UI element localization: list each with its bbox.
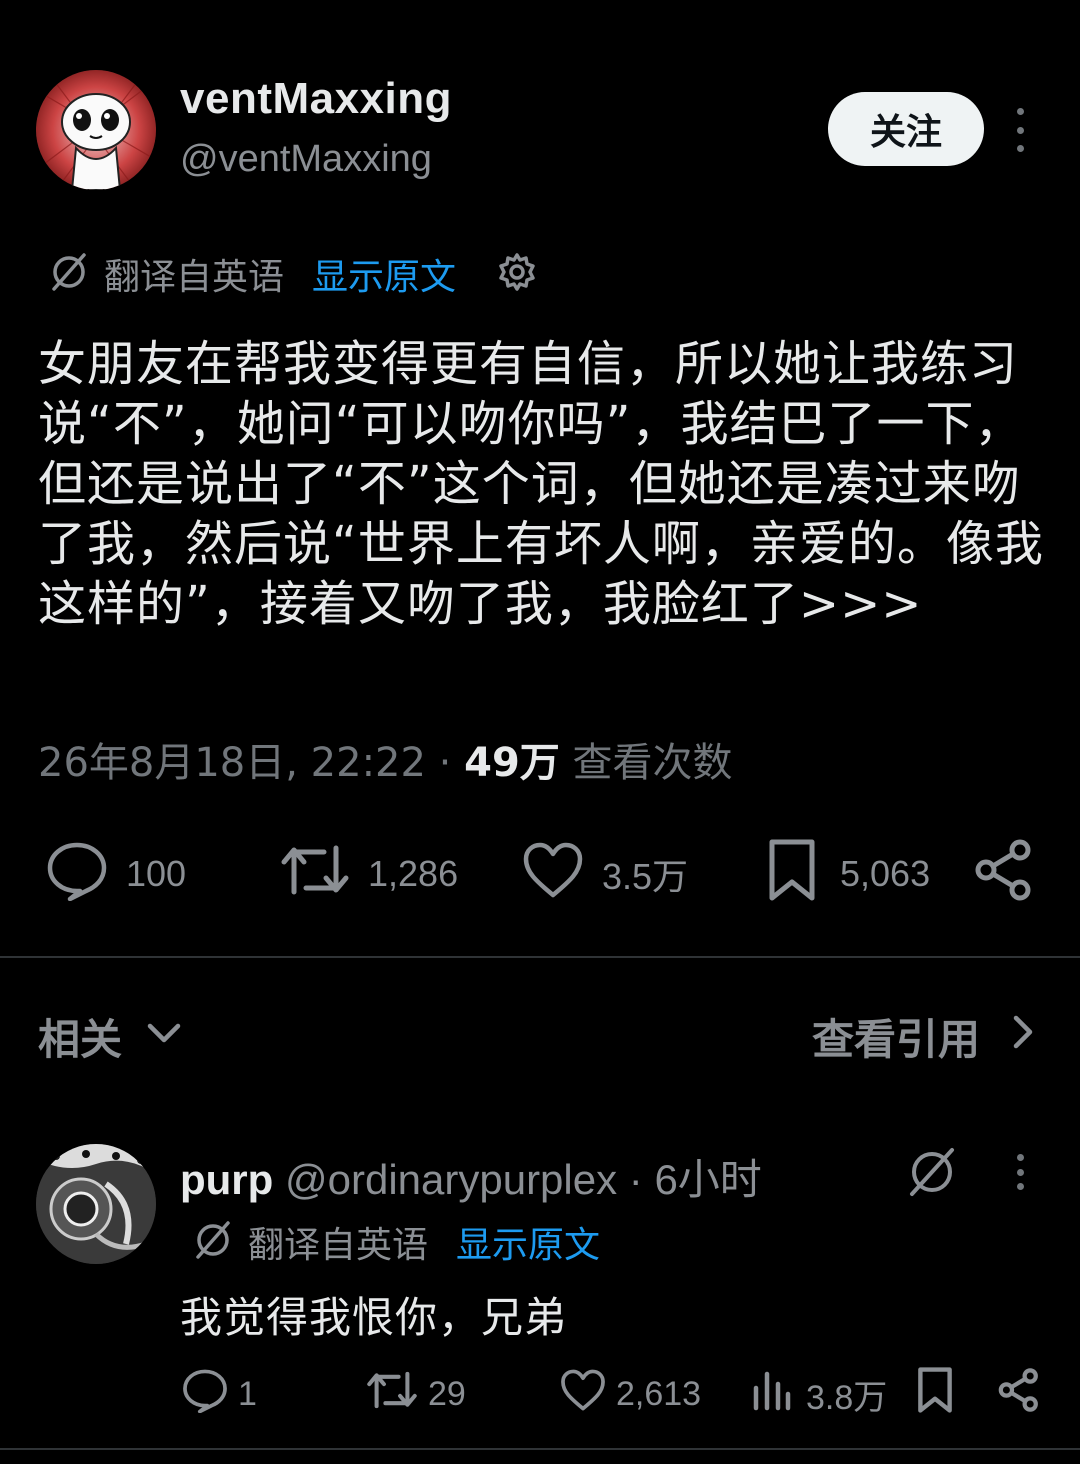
repost-count: 1,286 xyxy=(368,853,459,894)
author-avatar[interactable] xyxy=(36,70,156,190)
post-timestamp[interactable]: 26年8月18日, 22:22 xyxy=(38,740,426,786)
like-count: 3.5万 xyxy=(602,856,689,897)
author-handle[interactable]: @ventMaxxing xyxy=(180,138,432,181)
chevron-down-icon xyxy=(144,1012,184,1062)
section-divider xyxy=(0,956,1080,958)
reply-icon xyxy=(46,839,108,910)
reply-icon xyxy=(182,1367,228,1422)
bookmark-button[interactable]: 5,063 xyxy=(766,838,931,911)
reply-count: 100 xyxy=(126,853,187,894)
view-quotes-link[interactable]: 查看引用 xyxy=(812,1006,1036,1067)
repost-icon xyxy=(280,840,350,909)
share-icon xyxy=(974,838,1034,911)
share-button[interactable] xyxy=(974,838,1034,911)
reply-repost-count: 29 xyxy=(428,1374,466,1413)
reply-reply-count: 1 xyxy=(238,1374,257,1413)
repost-icon xyxy=(366,1368,418,1421)
reply-bookmark-button[interactable] xyxy=(916,1366,954,1423)
post-text: 女朋友在帮我变得更有自信，所以她让我练习说“不”，她问“可以吻你吗”，我结巴了一… xyxy=(38,336,1044,632)
reply-repost-button[interactable]: 29 xyxy=(366,1368,466,1420)
repost-button[interactable]: 1,286 xyxy=(280,840,458,908)
translated-from-label: 翻译自英语 xyxy=(104,257,285,298)
more-options-icon[interactable] xyxy=(1004,108,1036,152)
translate-icon xyxy=(192,1219,234,1265)
bookmark-icon xyxy=(766,838,818,911)
translation-bar: 翻译自英语 显示原文 xyxy=(48,248,538,300)
reply-author-avatar[interactable] xyxy=(36,1144,156,1264)
view-count: 49万 xyxy=(464,740,560,786)
translate-icon[interactable] xyxy=(904,1144,960,1204)
chevron-right-icon xyxy=(1010,1012,1036,1062)
author-display-name[interactable]: ventMaxxing xyxy=(180,74,452,124)
gear-icon[interactable] xyxy=(496,251,538,297)
related-toggle[interactable]: 相关 xyxy=(38,1006,184,1067)
share-icon xyxy=(998,1367,1040,1422)
view-quotes-label: 查看引用 xyxy=(811,1015,980,1064)
show-original-link[interactable]: 显示原文 xyxy=(312,248,456,300)
reply-translated-from-label: 翻译自英语 xyxy=(248,1225,429,1266)
reply-header: purp @ordinarypurplex · 6小时 xyxy=(180,1146,762,1207)
related-label: 相关 xyxy=(38,1015,123,1064)
reply-like-button[interactable]: 2,613 xyxy=(560,1368,701,1420)
reply-author-handle[interactable]: @ordinarypurplex xyxy=(285,1156,617,1203)
reply-more-options-icon[interactable] xyxy=(1008,1154,1032,1190)
meta-separator: · xyxy=(438,740,452,786)
reply-reply-button[interactable]: 1 xyxy=(182,1368,257,1420)
reply-author-name[interactable]: purp xyxy=(180,1156,273,1203)
translate-icon xyxy=(48,251,90,297)
follow-button[interactable]: 关注 xyxy=(828,92,984,166)
reply-separator: · xyxy=(628,1156,643,1203)
like-button[interactable]: 3.5万 xyxy=(522,840,688,908)
post-meta: 26年8月18日, 22:22 · 49万 查看次数 xyxy=(38,730,733,788)
reply-share-button[interactable] xyxy=(998,1367,1040,1422)
heart-icon xyxy=(560,1368,606,1421)
heart-icon xyxy=(522,841,584,908)
reply-button[interactable]: 100 xyxy=(46,840,186,908)
bookmark-count: 5,063 xyxy=(840,853,931,894)
reply-view-count: 3.8万 xyxy=(806,1378,888,1417)
view-count-label: 查看次数 xyxy=(572,740,733,786)
reply-show-original-link[interactable]: 显示原文 xyxy=(456,1216,600,1268)
views-bar-icon xyxy=(752,1368,792,1421)
bottom-divider xyxy=(0,1448,1080,1450)
reply-translation-bar: 翻译自英语 显示原文 xyxy=(192,1218,600,1266)
reply-text: 我觉得我恨你，兄弟 xyxy=(180,1293,568,1342)
bookmark-icon xyxy=(916,1366,954,1423)
reply-like-count: 2,613 xyxy=(616,1374,702,1413)
reply-views-button[interactable]: 3.8万 xyxy=(752,1368,887,1420)
reply-time[interactable]: 6小时 xyxy=(654,1156,761,1203)
